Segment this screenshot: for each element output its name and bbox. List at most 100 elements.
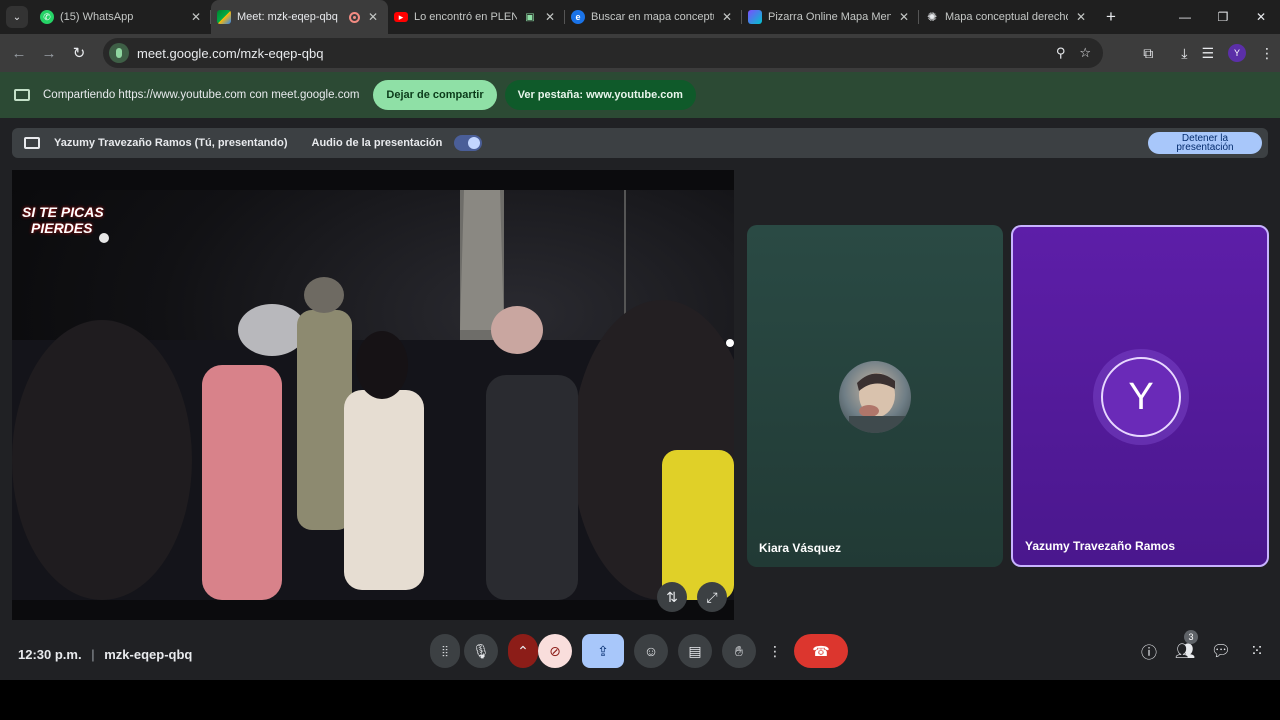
microphone-site-icon[interactable] xyxy=(109,43,129,63)
screen-share-icon: ▣ xyxy=(525,11,535,23)
tab-title: Lo encontró en PLENO xyxy=(414,11,517,23)
meet-stage: Yazumy Travezaño Ramos (Tú, presentando)… xyxy=(0,118,1280,680)
tab-pizarra[interactable]: Pizarra Online Mapa Mental ✕ xyxy=(742,0,919,34)
avatar: Y xyxy=(1101,357,1181,437)
close-icon[interactable]: ✕ xyxy=(543,10,557,24)
tab-title: Mapa conceptual derecho xyxy=(945,11,1068,23)
new-tab-button[interactable]: + xyxy=(1096,0,1126,34)
browser-toolbar: ← → ↻ meet.google.com/mzk-eqep-qbq ⚲ ☆ ⧉… xyxy=(0,34,1280,72)
hand-icon: ✋︎ xyxy=(735,642,743,659)
zoom-icon[interactable]: ⚲ xyxy=(1056,45,1066,61)
more-options-button[interactable]: ⋮ xyxy=(766,634,784,668)
participant-tile-yazumy[interactable]: Y Yazumy Travezaño Ramos xyxy=(1011,225,1269,567)
view-tab-button[interactable]: Ver pestaña: www.youtube.com xyxy=(504,80,696,110)
fullscreen-icon[interactable]: ⤢ xyxy=(697,582,727,612)
video-frame: SI TE PICAS PIERDES xyxy=(12,190,734,600)
current-time: 12:30 p.m. xyxy=(18,647,82,662)
extensions-icon[interactable]: ⧉ xyxy=(1143,45,1153,62)
url-text[interactable]: meet.google.com/mzk-eqep-qbq xyxy=(137,46,323,61)
tab-buscar[interactable]: e Buscar en mapa conceptual ✕ xyxy=(565,0,742,34)
close-icon[interactable]: ✕ xyxy=(366,10,380,24)
people-icon[interactable]: 👥︎ 3 xyxy=(1174,630,1198,668)
stop-sharing-button[interactable]: Dejar de compartir xyxy=(373,80,497,110)
present-screen-icon xyxy=(24,137,40,149)
screen-share-icon xyxy=(14,89,30,101)
presentation-bar: Yazumy Travezaño Ramos (Tú, presentando)… xyxy=(12,128,1268,158)
meeting-clock: 12:30 p.m. | mzk-eqep-qbq xyxy=(18,647,193,662)
microphone-icon: 🎙︎ xyxy=(472,642,490,659)
presentation-video: SI TE PICAS PIERDES ⇅ ⤢ xyxy=(12,170,734,620)
reload-icon[interactable]: ↻ xyxy=(64,44,94,62)
window-controls: — ❐ ✕ xyxy=(1166,0,1280,34)
close-icon[interactable]: ✕ xyxy=(189,10,203,24)
menu-dots-icon[interactable]: ⋮ xyxy=(1260,45,1274,62)
back-icon[interactable]: ← xyxy=(4,45,34,62)
tab-search[interactable]: ⌄ xyxy=(0,0,34,34)
overlay-line-2: PIERDES xyxy=(31,220,93,236)
microphone-button[interactable]: 🎙︎ xyxy=(464,634,498,668)
tab-strip: ⌄ ✆ (15) WhatsApp ✕ Meet: mzk-eqep-qbq ✕… xyxy=(0,0,1280,34)
audio-label: Audio de la presentación xyxy=(311,137,443,149)
present-screen-icon: ⇪ xyxy=(597,642,609,659)
present-button[interactable]: ⇪ xyxy=(582,634,624,668)
swap-layout-icon[interactable]: ⇅ xyxy=(657,582,687,612)
presenter-label: Yazumy Travezaño Ramos (Tú, presentando) xyxy=(54,137,288,149)
tab-whatsapp[interactable]: ✆ (15) WhatsApp ✕ xyxy=(34,0,211,34)
video-scene xyxy=(12,190,734,600)
close-icon[interactable]: ✕ xyxy=(720,10,734,24)
people-count-badge: 3 xyxy=(1184,630,1198,644)
side-controls: ⓘ 👥︎ 3 💬︎ ⁙ xyxy=(1138,630,1268,668)
canva-icon xyxy=(748,10,762,24)
audio-toggle[interactable] xyxy=(454,135,483,151)
close-icon[interactable]: ✕ xyxy=(897,10,911,24)
avatar xyxy=(839,361,911,433)
raise-hand-button[interactable]: ✋︎ xyxy=(722,634,756,668)
leave-call-button[interactable]: ☎︎ xyxy=(794,634,848,668)
minimize-icon[interactable]: — xyxy=(1166,0,1204,34)
tab-title: Buscar en mapa conceptual xyxy=(591,11,714,23)
avatar-photo xyxy=(849,373,905,433)
tab-meet[interactable]: Meet: mzk-eqep-qbq ✕ xyxy=(211,0,388,34)
camera-off-icon: ⊘ xyxy=(549,642,561,659)
address-bar[interactable]: meet.google.com/mzk-eqep-qbq ⚲ ☆ xyxy=(103,38,1103,68)
participant-tile-kiara[interactable]: Kiara Vásquez xyxy=(747,225,1003,567)
reactions-button[interactable]: ☺ xyxy=(634,634,668,668)
media-control-icon[interactable]: ☰ xyxy=(1201,45,1214,62)
download-icon[interactable]: ⤓ xyxy=(1181,45,1187,62)
call-controls: ⦙⦙ 🎙︎ ⌃ ⊘ ⇪ ☺ ▤ ✋︎ ⋮ ☎︎ xyxy=(430,634,848,668)
maximize-icon[interactable]: ❐ xyxy=(1204,0,1242,34)
tab-youtube[interactable]: ▸ Lo encontró en PLENO ▣ ✕ xyxy=(388,0,565,34)
stop-presenting-label-2: presentación xyxy=(1176,142,1234,153)
participant-name: Yazumy Travezaño Ramos xyxy=(1025,539,1176,553)
camera-options-chevron-icon[interactable]: ⌃ xyxy=(508,634,538,668)
forward-icon[interactable]: → xyxy=(34,45,64,62)
captions-icon: ▤ xyxy=(688,642,702,659)
close-window-icon[interactable]: ✕ xyxy=(1242,0,1280,34)
audio-level-icon[interactable]: ⦙⦙ xyxy=(430,634,460,668)
overlay-line-1: SI TE PICAS xyxy=(22,204,104,220)
camera-off-button[interactable]: ⊘ xyxy=(538,634,572,668)
video-logo-overlay: SI TE PICAS PIERDES xyxy=(22,204,104,236)
meeting-info-icon[interactable]: ⓘ xyxy=(1138,634,1160,668)
hang-up-icon: ☎︎ xyxy=(812,642,830,659)
tab-title: Pizarra Online Mapa Mental xyxy=(768,11,891,23)
profile-avatar[interactable]: Y xyxy=(1228,44,1246,62)
stop-presenting-button[interactable]: Detener la presentación xyxy=(1148,132,1262,154)
meeting-code: mzk-eqep-qbq xyxy=(104,647,193,662)
meet-icon xyxy=(217,10,231,24)
captions-button[interactable]: ▤ xyxy=(678,634,712,668)
activities-icon[interactable]: ⁙ xyxy=(1246,634,1268,668)
chat-icon[interactable]: 💬︎ xyxy=(1210,634,1232,668)
bookmark-star-icon[interactable]: ☆ xyxy=(1079,45,1091,61)
edge-icon: e xyxy=(571,10,585,24)
chevron-down-icon[interactable]: ⌄ xyxy=(6,6,28,28)
close-icon[interactable]: ✕ xyxy=(1074,10,1088,24)
more-dots-icon: ⋮ xyxy=(768,642,782,659)
youtube-icon: ▸ xyxy=(394,12,408,22)
emoji-icon: ☺ xyxy=(643,643,659,659)
participant-name: Kiara Vásquez xyxy=(759,541,842,555)
sharing-message: Compartiendo https://www.youtube.com con… xyxy=(43,89,360,101)
tab-title: (15) WhatsApp xyxy=(60,11,134,23)
whatsapp-icon: ✆ xyxy=(40,10,54,24)
tab-mapa[interactable]: ✺ Mapa conceptual derecho ✕ xyxy=(919,0,1096,34)
